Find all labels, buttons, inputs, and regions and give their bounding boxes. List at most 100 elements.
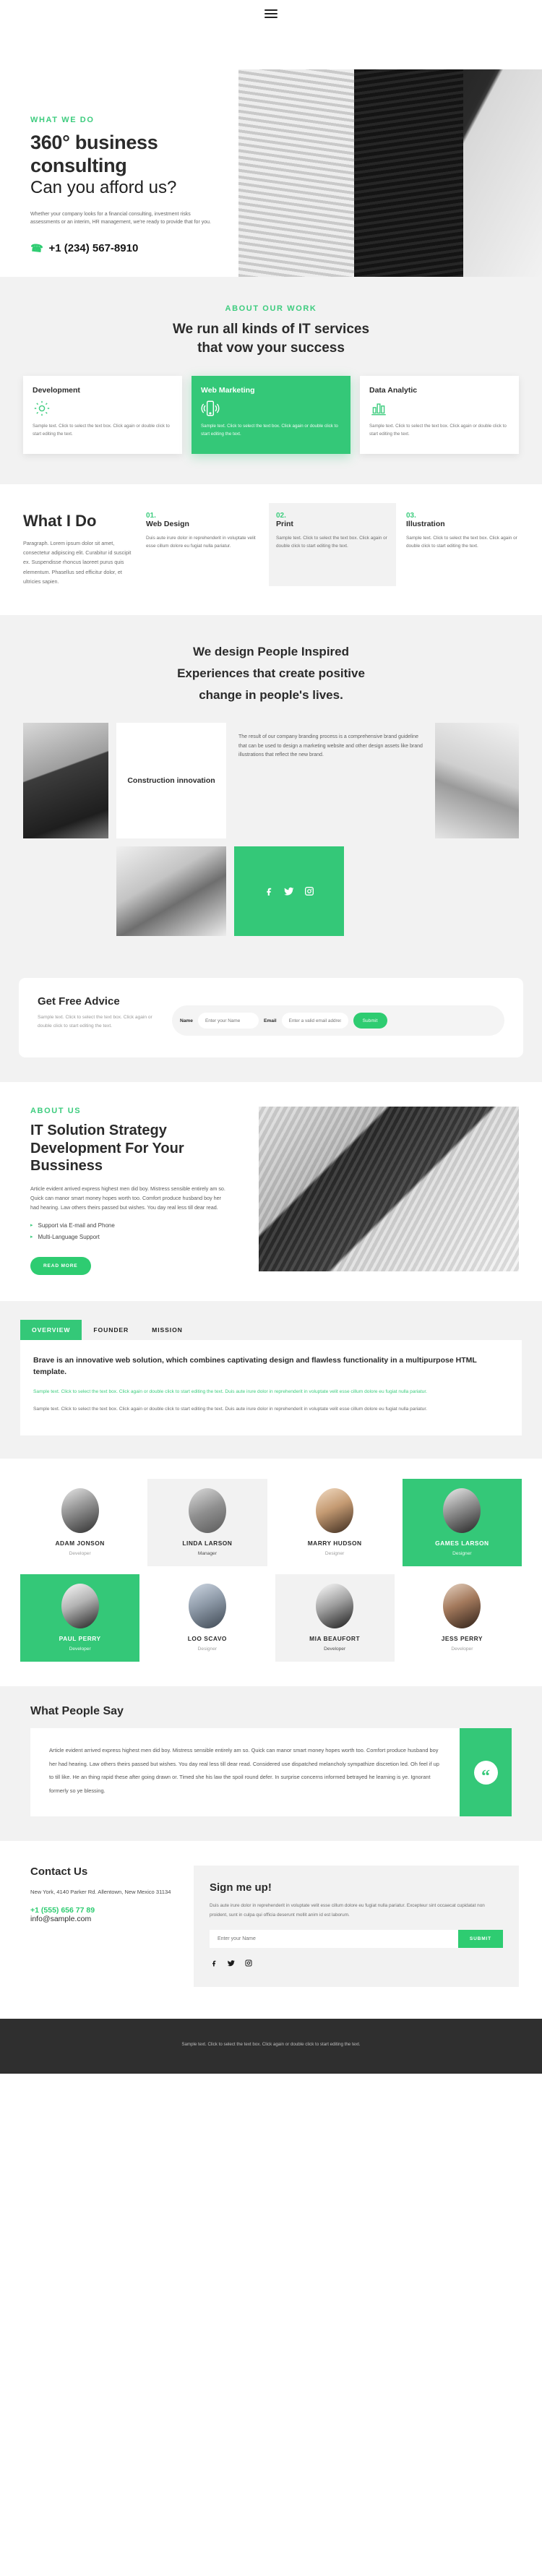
signup-panel: Sign me up! Duis aute irure dolor in rep… [194, 1866, 519, 1988]
item-text: Sample text. Click to select the text bo… [276, 536, 387, 549]
item-text: Duis aute irure dolor in reprehenderit i… [146, 536, 256, 549]
what-i-do-item[interactable]: 03. Illustration Sample text. Click to s… [406, 512, 519, 586]
what-i-do-paragraph: Paragraph. Lorem ipsum dolor sit amet, c… [23, 539, 132, 585]
avatar [316, 1488, 354, 1534]
member-role: Developer [324, 1647, 346, 1652]
avatar [443, 1584, 481, 1629]
signup-submit-button[interactable]: SUBMIT [457, 1930, 503, 1949]
team-member[interactable]: GAMES LARSON Designer [402, 1479, 522, 1567]
member-role: Developer [451, 1647, 473, 1652]
avatar [188, 1584, 226, 1629]
member-role: Designer [452, 1551, 472, 1557]
what-i-do-item[interactable]: 01. Web Design Duis aute irure dolor in … [146, 512, 259, 586]
avatar [188, 1488, 226, 1534]
contact-phone[interactable]: +1 (555) 656 77 89 [30, 1906, 181, 1915]
testimonial-card: Article evident arrived express highest … [30, 1728, 512, 1817]
avatar [61, 1488, 99, 1534]
advice-paragraph: Sample text. Click to select the text bo… [38, 1015, 152, 1029]
service-card-text: Sample text. Click to select the text bo… [33, 424, 170, 437]
team-section: ADAM JONSON Developer LINDA LARSON Manag… [0, 1459, 542, 1687]
item-number: 02. [276, 512, 286, 520]
what-i-do-item[interactable]: 02. Print Sample text. Click to select t… [269, 503, 396, 587]
about-paragraph: Article evident arrived express highest … [30, 1185, 225, 1211]
advice-section: Get Free Advice Sample text. Click to se… [0, 965, 542, 1083]
team-member[interactable]: JESS PERRY Developer [402, 1574, 522, 1662]
contact-email[interactable]: info@sample.com [30, 1915, 95, 1925]
testimonial-text-block: Article evident arrived express highest … [30, 1728, 460, 1817]
team-member[interactable]: MARRY HUDSON Designer [275, 1479, 395, 1567]
about-architecture-image [259, 1107, 519, 1272]
tab-list: OVERVIEW FOUNDER MISSION [20, 1319, 522, 1340]
service-card[interactable]: Data Analytic Sample text. Click to sele… [360, 376, 519, 455]
twitter-icon[interactable] [227, 1958, 236, 1967]
phone-icon: ☎ [30, 241, 44, 254]
name-input[interactable] [197, 1013, 259, 1029]
testimonial-title: What People Say [30, 1705, 124, 1718]
building-photo [116, 846, 226, 937]
member-name: LINDA LARSON [182, 1540, 233, 1547]
hero-title: 360° business consulting [30, 132, 158, 176]
mosaic-row-bottom [23, 846, 519, 937]
hamburger-menu-icon[interactable] [264, 7, 278, 20]
hero-building-image [238, 69, 542, 277]
service-card-title: Web Marketing [201, 386, 255, 395]
member-name: MIA BEAUFORT [309, 1635, 361, 1643]
architecture-photo [435, 723, 519, 839]
tab-panel-heading: Brave is an innovative web solution, whi… [33, 1355, 477, 1377]
contact-address: New York, 4140 Parker Rd. Allentown, New… [30, 1889, 171, 1896]
team-member[interactable]: ADAM JONSON Developer [20, 1479, 140, 1567]
service-card[interactable]: Web Marketing Sample text. Click to sele… [192, 376, 350, 455]
member-name: GAMES LARSON [435, 1540, 489, 1547]
what-i-do-intro: What I Do Paragraph. Lorem ipsum dolor s… [23, 512, 136, 586]
team-member[interactable]: PAUL PERRY Developer [20, 1574, 140, 1662]
twitter-icon[interactable] [283, 885, 295, 897]
service-card-title: Data Analytic [369, 386, 418, 395]
team-member[interactable]: MIA BEAUFORT Developer [275, 1574, 395, 1662]
construction-innovation-title: Construction innovation [127, 776, 215, 786]
advice-submit-button[interactable]: Submit [353, 1013, 387, 1029]
avatar [443, 1488, 481, 1534]
triangle-bullet-icon: ▸ [30, 1235, 33, 1240]
design-heading-line1: We design People Inspired [192, 645, 349, 659]
contact-section: Contact Us New York, 4140 Parker Rd. All… [0, 1841, 542, 2019]
hero-copy: WHAT WE DO 360° business consulting Can … [30, 116, 247, 254]
tab-founder[interactable]: FOUNDER [82, 1320, 140, 1340]
what-i-do-title: What I Do [23, 512, 97, 531]
advice-card: Get Free Advice Sample text. Click to se… [19, 978, 523, 1058]
service-card-text: Sample text. Click to select the text bo… [201, 424, 338, 437]
about-eyebrow: ABOUT US [30, 1107, 82, 1116]
signup-name-input[interactable] [210, 1930, 458, 1949]
tab-mission[interactable]: MISSION [140, 1320, 194, 1340]
tab-panel-green-text: Sample text. Click to select the text bo… [33, 1389, 427, 1395]
facebook-icon[interactable] [210, 1958, 218, 1967]
instagram-icon[interactable] [304, 885, 315, 897]
team-member[interactable]: LINDA LARSON Manager [147, 1479, 267, 1567]
team-grid: ADAM JONSON Developer LINDA LARSON Manag… [20, 1479, 522, 1662]
triangle-bullet-icon: ▸ [30, 1223, 33, 1229]
email-input[interactable] [281, 1013, 348, 1029]
services-eyebrow: ABOUT OUR WORK [225, 304, 317, 313]
advice-copy: Get Free Advice Sample text. Click to se… [38, 995, 159, 1029]
service-card[interactable]: Development Sample text. Click to select… [23, 376, 182, 455]
services-title: We run all kinds of IT services that vow… [0, 320, 542, 357]
team-member[interactable]: LOO SCAVO Designer [147, 1574, 267, 1662]
construction-innovation-card: Construction innovation [116, 723, 226, 839]
design-heading: We design People Inspired Experiences th… [126, 641, 416, 705]
feature-label: Multi-Language Support [38, 1233, 100, 1240]
member-role: Developer [69, 1551, 91, 1557]
services-section: ABOUT OUR WORK We run all kinds of IT se… [0, 277, 542, 485]
item-title: Illustration [406, 520, 445, 529]
member-role: Designer [324, 1551, 345, 1557]
facebook-icon[interactable] [263, 885, 275, 897]
design-paragraph: The result of our company branding proce… [238, 734, 423, 757]
tab-overview[interactable]: OVERVIEW [20, 1319, 82, 1340]
instagram-icon[interactable] [244, 1958, 253, 1967]
avatar [61, 1584, 99, 1629]
footer-social-links [210, 1958, 503, 1967]
hero-phone[interactable]: ☎ +1 (234) 567-8910 [30, 241, 247, 254]
signup-form: SUBMIT [210, 1930, 503, 1949]
services-title-line2: that vow your success [197, 340, 345, 356]
item-number: 03. [406, 512, 416, 520]
member-role: Developer [69, 1647, 91, 1652]
read-more-button[interactable]: READ MORE [30, 1256, 91, 1275]
